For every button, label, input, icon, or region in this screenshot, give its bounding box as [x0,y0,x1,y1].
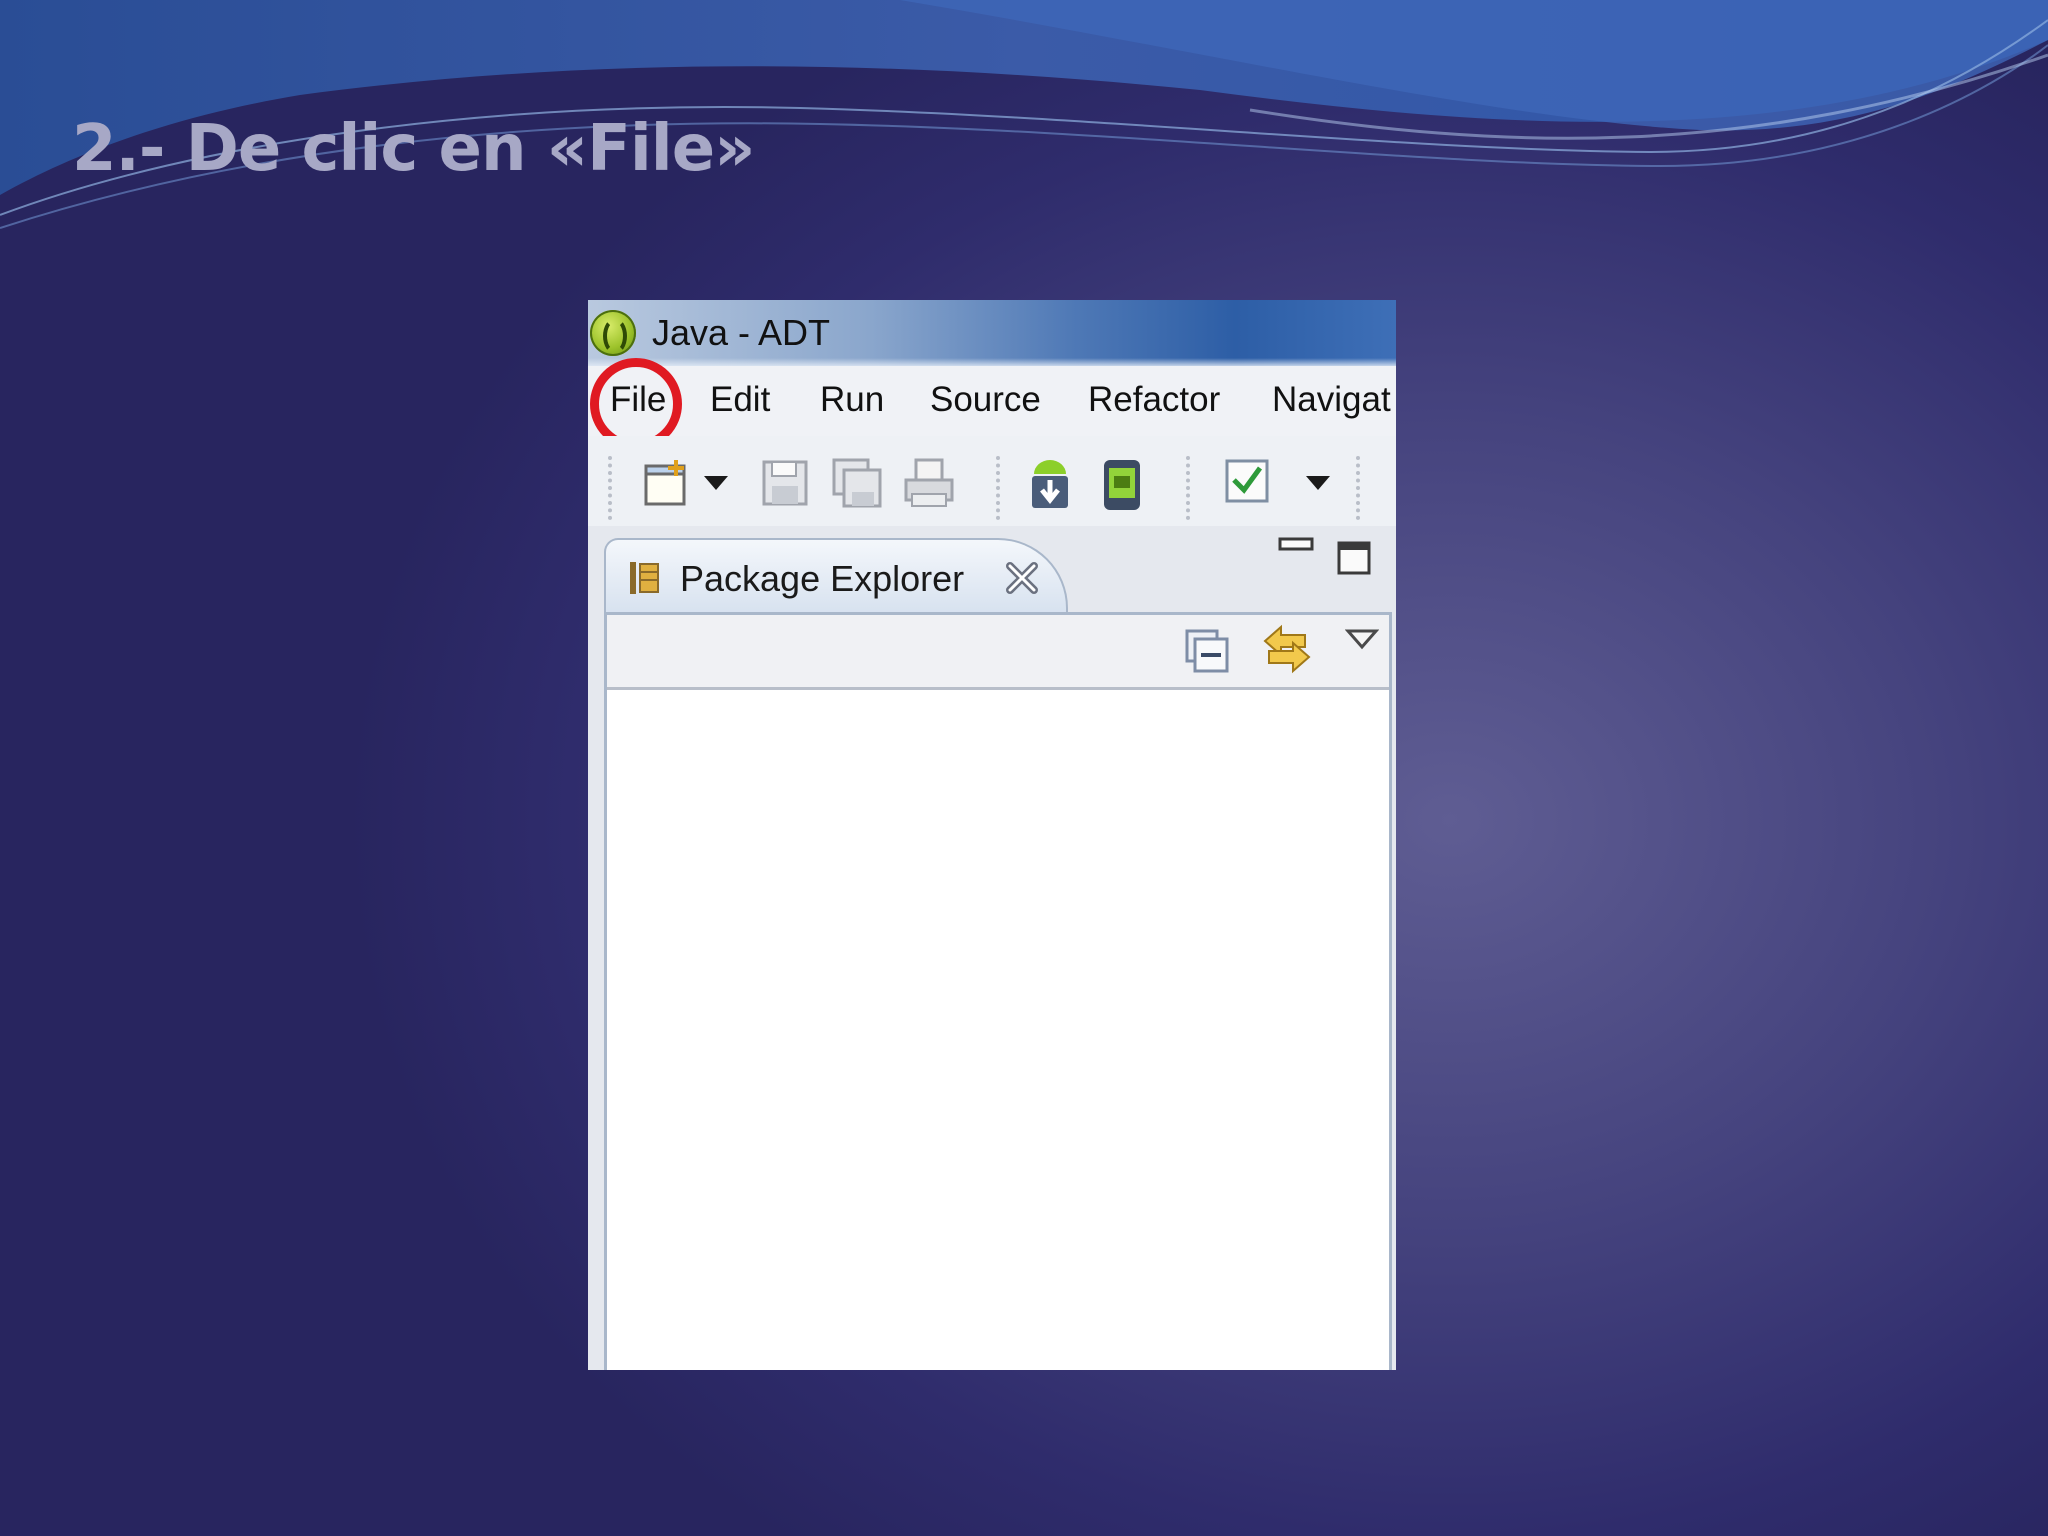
save-all-icon[interactable] [832,458,886,512]
toolbar-separator [996,456,1000,520]
package-explorer-icon [630,562,659,594]
toolbar-separator [1186,456,1190,520]
maximize-icon[interactable] [1336,540,1372,576]
view-toolbar [607,615,1389,690]
dropdown-arrow-icon[interactable] [1304,474,1332,492]
toolbar-separator [1356,456,1360,520]
link-with-editor-icon[interactable] [1261,623,1313,675]
main-toolbar [588,436,1396,526]
collapse-all-icon[interactable] [1185,629,1229,673]
menu-run[interactable]: Run [820,380,884,420]
adt-logo-icon [590,310,636,356]
menu-refactor[interactable]: Refactor [1088,380,1220,420]
menu-source[interactable]: Source [930,380,1041,420]
save-icon[interactable] [760,458,810,508]
new-icon[interactable] [642,458,692,508]
package-explorer-panel [604,612,1392,1370]
slide-title: 2.- De clic en «File» [72,112,755,186]
view-menu-icon[interactable] [1345,627,1379,651]
menu-edit[interactable]: Edit [710,380,770,420]
package-explorer-view: Package Explorer [588,526,1396,1370]
adt-window-screenshot: Java - ADT File Edit Run Source Refactor… [588,300,1396,1370]
close-icon[interactable] [1004,560,1040,596]
task-check-icon[interactable] [1224,458,1270,504]
toolbar-separator [608,456,612,520]
tab-package-explorer[interactable]: Package Explorer [604,538,1068,616]
minimize-icon[interactable] [1278,536,1314,554]
android-avd-manager-icon[interactable] [1100,458,1144,512]
print-icon[interactable] [904,458,956,508]
menu-navigate[interactable]: Navigat [1272,380,1391,420]
window-titlebar[interactable]: Java - ADT [588,300,1396,366]
window-title: Java - ADT [652,312,831,353]
menubar: File Edit Run Source Refactor Navigat [588,366,1396,437]
dropdown-arrow-icon[interactable] [702,474,730,492]
android-sdk-manager-icon[interactable] [1026,458,1074,512]
view-tab-label: Package Explorer [680,558,965,599]
